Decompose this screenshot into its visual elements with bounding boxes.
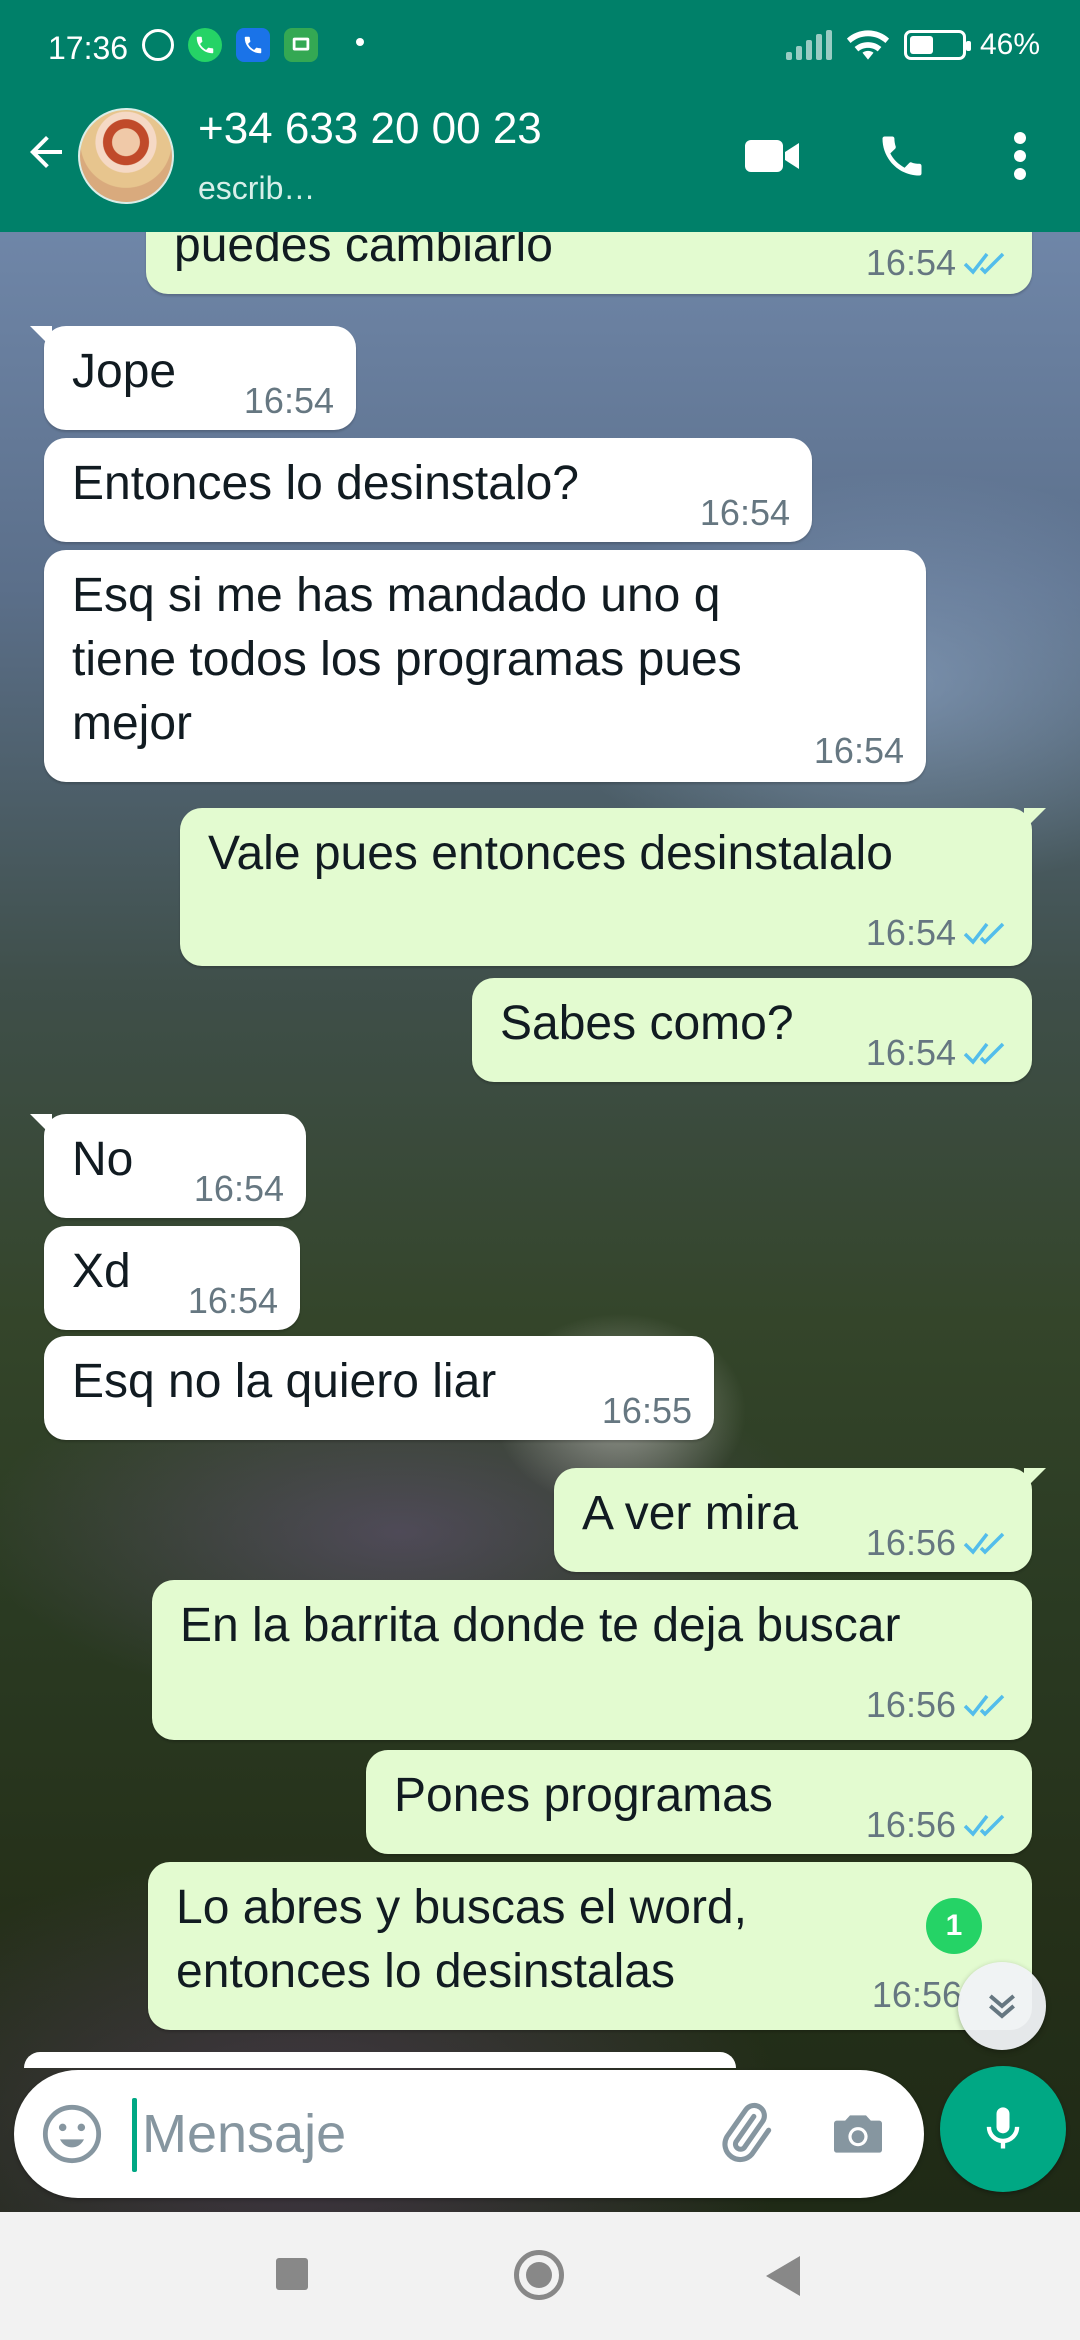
video-call-icon[interactable] (742, 128, 802, 184)
camera-icon[interactable] (826, 2102, 890, 2166)
back-arrow-icon[interactable] (22, 128, 70, 176)
message-incoming[interactable]: Esq si me has mandado uno q tiene todos … (44, 550, 926, 782)
app-header: 17:36 46% +34 633 20 00 23 escrib… (0, 0, 1080, 232)
read-ticks-icon (963, 1694, 1005, 1717)
message-meta: 16:56 (866, 1684, 1008, 1726)
attach-clip-icon[interactable] (710, 2100, 778, 2168)
message-time: 16:55 (601, 1390, 692, 1431)
wifi-icon (846, 30, 890, 60)
message-outgoing[interactable]: Vale pues entonces desinstalalo 16:54 (180, 808, 1046, 966)
system-status: 46% (785, 28, 1040, 62)
unread-count-badge: 1 (926, 1898, 982, 1954)
phone-notification-icon (236, 28, 270, 62)
message-outgoing[interactable]: Lo abres y buscas el word, entonces lo d… (148, 1862, 1032, 2030)
message-text: No (72, 1133, 134, 1186)
message-text: Entonces lo desinstalo? (72, 457, 579, 510)
message-text: puedes cambiarlo (174, 232, 553, 272)
message-outgoing[interactable]: En la barrita donde te deja buscar 16:56 (152, 1580, 1032, 1740)
read-ticks-icon (963, 252, 1005, 275)
read-ticks-icon (963, 922, 1005, 945)
contact-name[interactable]: +34 633 20 00 23 (198, 104, 542, 154)
chat-messages[interactable]: puedes cambiarlo 16:54 Jope 16:54 Entonc… (0, 232, 1080, 2052)
read-ticks-icon (963, 1042, 1005, 1065)
message-outgoing[interactable]: Pones programas 16:56 (366, 1750, 1032, 1854)
classroom-notification-icon (284, 28, 318, 62)
message-incoming[interactable]: Entonces lo desinstalo? 16:54 (44, 438, 812, 542)
message-incoming[interactable]: No 16:54 (30, 1114, 306, 1218)
message-text: Esq no la quiero liar (72, 1355, 497, 1408)
battery-icon (903, 30, 971, 60)
message-time: 16:54 (813, 730, 904, 771)
scroll-to-bottom-button[interactable] (958, 1962, 1046, 2050)
read-ticks-icon (963, 1532, 1005, 1555)
message-time: 16:54 (193, 1168, 284, 1209)
message-meta: 16:54 (866, 242, 1008, 284)
message-meta: 16:56 (866, 1522, 1008, 1564)
alarm-icon (142, 29, 174, 61)
home-button[interactable] (514, 2250, 564, 2300)
message-outgoing[interactable]: puedes cambiarlo 16:54 (146, 232, 1032, 294)
message-time: 16:56 (865, 1804, 956, 1845)
message-meta: 16:56 (872, 1974, 962, 2016)
message-incoming[interactable]: Esq no la quiero liar 16:55 (44, 1336, 714, 1440)
recents-button[interactable] (276, 2258, 308, 2290)
message-time: 16:56 (865, 1684, 956, 1725)
message-time: 16:54 (865, 242, 956, 283)
message-time: 16:54 (865, 912, 956, 953)
voice-call-icon[interactable] (874, 128, 930, 184)
message-outgoing[interactable]: Sabes como? 16:54 (472, 978, 1032, 1082)
message-text: Lo abres y buscas el word, entonces lo d… (176, 1881, 747, 1998)
back-button[interactable] (766, 2256, 800, 2296)
notification-icons (142, 28, 318, 62)
mic-icon (986, 2107, 1020, 2149)
more-notifications-dot (356, 38, 364, 46)
message-meta: 16:54 (866, 1032, 1008, 1074)
partial-message-bubble (24, 2052, 736, 2068)
message-incoming[interactable]: Jope 16:54 (30, 326, 356, 430)
message-time: 16:56 (871, 1974, 962, 2015)
contact-avatar[interactable] (78, 108, 174, 204)
message-text: Xd (72, 1245, 131, 1298)
more-vert-icon[interactable] (1000, 128, 1040, 184)
message-meta: 16:54 (866, 912, 1008, 954)
text-cursor (132, 2098, 137, 2172)
message-time: 16:54 (865, 1032, 956, 1073)
message-meta: 16:56 (866, 1804, 1008, 1846)
message-time: 16:54 (243, 380, 334, 421)
double-chevron-down-icon (989, 1994, 1015, 2019)
signal-icon (785, 30, 832, 60)
message-time: 16:54 (187, 1280, 278, 1321)
message-text: Sabes como? (500, 997, 794, 1050)
message-text: Pones programas (394, 1769, 773, 1822)
message-text: En la barrita donde te deja buscar (180, 1599, 901, 1652)
message-text: A ver mira (582, 1487, 799, 1540)
battery-percent: 46% (979, 28, 1040, 61)
message-text: Jope (72, 345, 177, 398)
message-outgoing[interactable]: A ver mira 16:56 (554, 1468, 1046, 1572)
message-text: Esq si me has mandado uno q tiene todos … (72, 569, 742, 750)
whatsapp-notification-icon (188, 28, 222, 62)
message-time: 16:56 (865, 1522, 956, 1563)
emoji-icon[interactable] (40, 2102, 104, 2166)
message-composer (14, 2070, 924, 2198)
message-text: Vale pues entonces desinstalalo (208, 827, 893, 880)
read-ticks-icon (963, 1814, 1005, 1837)
system-nav-bar (0, 2212, 1080, 2340)
voice-record-button[interactable] (940, 2066, 1066, 2192)
contact-typing-status: escrib… (198, 170, 316, 206)
message-input[interactable] (142, 2092, 702, 2176)
status-time: 17:36 (48, 30, 129, 66)
message-incoming[interactable]: Xd 16:54 (44, 1226, 300, 1330)
message-time: 16:54 (699, 492, 790, 533)
